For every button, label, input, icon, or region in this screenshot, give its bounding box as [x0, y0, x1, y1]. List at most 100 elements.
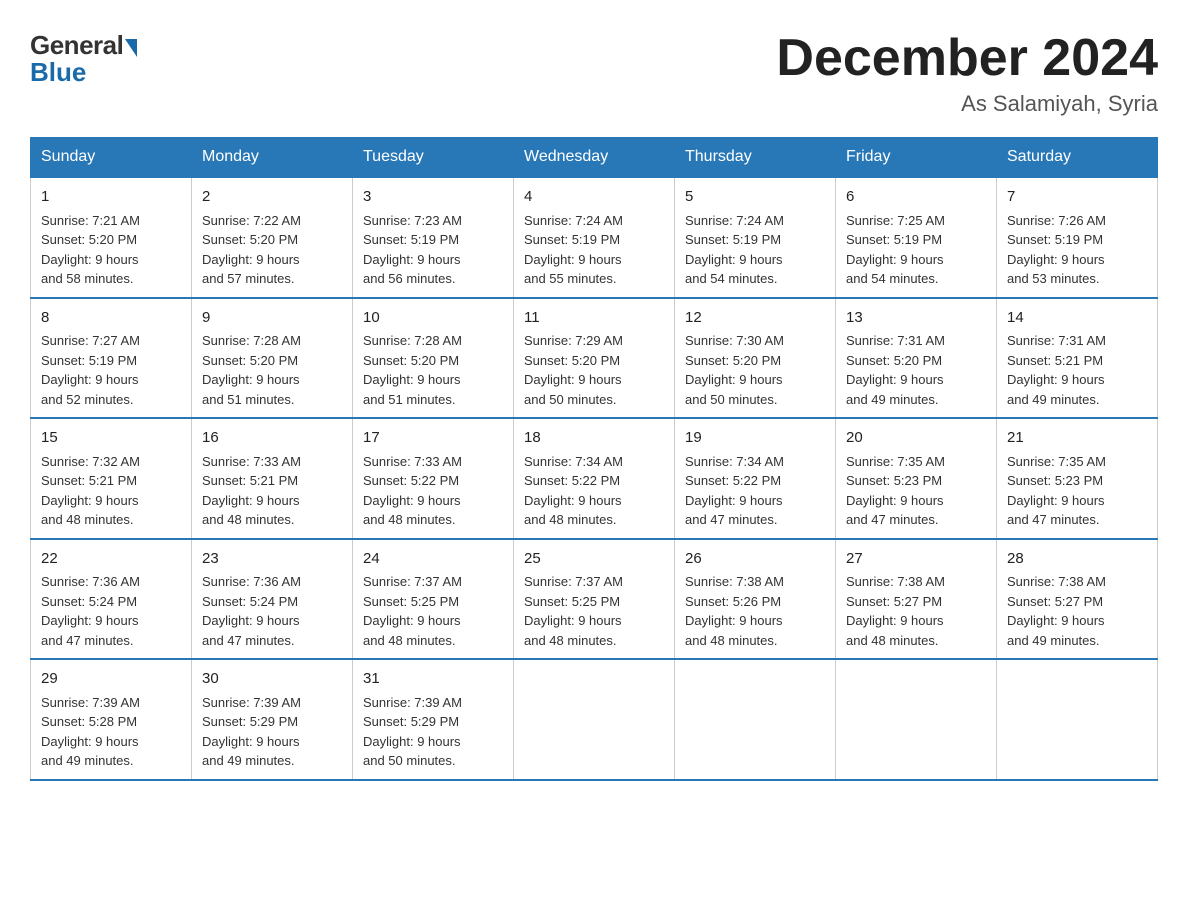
day-number: 4 [524, 186, 664, 209]
calendar-week-row: 29Sunrise: 7:39 AMSunset: 5:28 PMDayligh… [31, 659, 1158, 780]
day-number: 21 [1007, 427, 1147, 450]
day-number: 17 [363, 427, 503, 450]
calendar-cell: 8Sunrise: 7:27 AMSunset: 5:19 PMDaylight… [31, 298, 192, 419]
day-number: 29 [41, 668, 181, 691]
cell-content: 10Sunrise: 7:28 AMSunset: 5:20 PMDayligh… [363, 307, 503, 410]
calendar-cell: 13Sunrise: 7:31 AMSunset: 5:20 PMDayligh… [836, 298, 997, 419]
calendar-cell: 3Sunrise: 7:23 AMSunset: 5:19 PMDaylight… [353, 177, 514, 298]
day-number: 19 [685, 427, 825, 450]
cell-content: 30Sunrise: 7:39 AMSunset: 5:29 PMDayligh… [202, 668, 342, 771]
calendar-cell: 22Sunrise: 7:36 AMSunset: 5:24 PMDayligh… [31, 539, 192, 660]
calendar-cell: 5Sunrise: 7:24 AMSunset: 5:19 PMDaylight… [675, 177, 836, 298]
cell-content: 14Sunrise: 7:31 AMSunset: 5:21 PMDayligh… [1007, 307, 1147, 410]
calendar-cell: 29Sunrise: 7:39 AMSunset: 5:28 PMDayligh… [31, 659, 192, 780]
cell-content: 15Sunrise: 7:32 AMSunset: 5:21 PMDayligh… [41, 427, 181, 530]
day-number: 31 [363, 668, 503, 691]
day-header-tuesday: Tuesday [353, 138, 514, 178]
cell-content: 3Sunrise: 7:23 AMSunset: 5:19 PMDaylight… [363, 186, 503, 289]
calendar-cell: 11Sunrise: 7:29 AMSunset: 5:20 PMDayligh… [514, 298, 675, 419]
day-number: 25 [524, 548, 664, 571]
page-header: General Blue December 2024 As Salamiyah,… [30, 30, 1158, 117]
calendar-cell: 2Sunrise: 7:22 AMSunset: 5:20 PMDaylight… [192, 177, 353, 298]
day-number: 15 [41, 427, 181, 450]
calendar-cell: 25Sunrise: 7:37 AMSunset: 5:25 PMDayligh… [514, 539, 675, 660]
day-number: 6 [846, 186, 986, 209]
title-section: December 2024 As Salamiyah, Syria [776, 30, 1158, 117]
cell-content: 28Sunrise: 7:38 AMSunset: 5:27 PMDayligh… [1007, 548, 1147, 651]
calendar-week-row: 15Sunrise: 7:32 AMSunset: 5:21 PMDayligh… [31, 418, 1158, 539]
calendar-cell [997, 659, 1158, 780]
calendar-cell: 20Sunrise: 7:35 AMSunset: 5:23 PMDayligh… [836, 418, 997, 539]
calendar-cell: 31Sunrise: 7:39 AMSunset: 5:29 PMDayligh… [353, 659, 514, 780]
cell-content: 20Sunrise: 7:35 AMSunset: 5:23 PMDayligh… [846, 427, 986, 530]
calendar-cell: 24Sunrise: 7:37 AMSunset: 5:25 PMDayligh… [353, 539, 514, 660]
cell-content: 18Sunrise: 7:34 AMSunset: 5:22 PMDayligh… [524, 427, 664, 530]
cell-content: 21Sunrise: 7:35 AMSunset: 5:23 PMDayligh… [1007, 427, 1147, 530]
day-number: 16 [202, 427, 342, 450]
cell-content: 2Sunrise: 7:22 AMSunset: 5:20 PMDaylight… [202, 186, 342, 289]
day-header-saturday: Saturday [997, 138, 1158, 178]
cell-content: 29Sunrise: 7:39 AMSunset: 5:28 PMDayligh… [41, 668, 181, 771]
calendar-cell: 27Sunrise: 7:38 AMSunset: 5:27 PMDayligh… [836, 539, 997, 660]
calendar-cell: 16Sunrise: 7:33 AMSunset: 5:21 PMDayligh… [192, 418, 353, 539]
calendar-cell: 1Sunrise: 7:21 AMSunset: 5:20 PMDaylight… [31, 177, 192, 298]
day-number: 8 [41, 307, 181, 330]
calendar-cell: 4Sunrise: 7:24 AMSunset: 5:19 PMDaylight… [514, 177, 675, 298]
day-number: 3 [363, 186, 503, 209]
cell-content: 23Sunrise: 7:36 AMSunset: 5:24 PMDayligh… [202, 548, 342, 651]
calendar-cell: 15Sunrise: 7:32 AMSunset: 5:21 PMDayligh… [31, 418, 192, 539]
day-number: 1 [41, 186, 181, 209]
cell-content: 6Sunrise: 7:25 AMSunset: 5:19 PMDaylight… [846, 186, 986, 289]
day-number: 13 [846, 307, 986, 330]
day-number: 14 [1007, 307, 1147, 330]
calendar-cell: 10Sunrise: 7:28 AMSunset: 5:20 PMDayligh… [353, 298, 514, 419]
day-number: 20 [846, 427, 986, 450]
calendar-cell: 18Sunrise: 7:34 AMSunset: 5:22 PMDayligh… [514, 418, 675, 539]
cell-content: 26Sunrise: 7:38 AMSunset: 5:26 PMDayligh… [685, 548, 825, 651]
cell-content: 13Sunrise: 7:31 AMSunset: 5:20 PMDayligh… [846, 307, 986, 410]
cell-content: 31Sunrise: 7:39 AMSunset: 5:29 PMDayligh… [363, 668, 503, 771]
calendar-cell: 17Sunrise: 7:33 AMSunset: 5:22 PMDayligh… [353, 418, 514, 539]
calendar-cell: 12Sunrise: 7:30 AMSunset: 5:20 PMDayligh… [675, 298, 836, 419]
day-number: 18 [524, 427, 664, 450]
cell-content: 12Sunrise: 7:30 AMSunset: 5:20 PMDayligh… [685, 307, 825, 410]
logo-blue-text: Blue [30, 57, 86, 88]
calendar-table: SundayMondayTuesdayWednesdayThursdayFrid… [30, 137, 1158, 781]
day-header-sunday: Sunday [31, 138, 192, 178]
cell-content: 17Sunrise: 7:33 AMSunset: 5:22 PMDayligh… [363, 427, 503, 530]
cell-content: 5Sunrise: 7:24 AMSunset: 5:19 PMDaylight… [685, 186, 825, 289]
logo: General Blue [30, 30, 137, 88]
day-number: 10 [363, 307, 503, 330]
cell-content: 1Sunrise: 7:21 AMSunset: 5:20 PMDaylight… [41, 186, 181, 289]
calendar-cell: 6Sunrise: 7:25 AMSunset: 5:19 PMDaylight… [836, 177, 997, 298]
cell-content: 19Sunrise: 7:34 AMSunset: 5:22 PMDayligh… [685, 427, 825, 530]
day-number: 7 [1007, 186, 1147, 209]
calendar-cell [514, 659, 675, 780]
calendar-cell: 21Sunrise: 7:35 AMSunset: 5:23 PMDayligh… [997, 418, 1158, 539]
calendar-cell: 28Sunrise: 7:38 AMSunset: 5:27 PMDayligh… [997, 539, 1158, 660]
calendar-header-row: SundayMondayTuesdayWednesdayThursdayFrid… [31, 138, 1158, 178]
cell-content: 24Sunrise: 7:37 AMSunset: 5:25 PMDayligh… [363, 548, 503, 651]
cell-content: 7Sunrise: 7:26 AMSunset: 5:19 PMDaylight… [1007, 186, 1147, 289]
day-number: 26 [685, 548, 825, 571]
day-number: 30 [202, 668, 342, 691]
cell-content: 25Sunrise: 7:37 AMSunset: 5:25 PMDayligh… [524, 548, 664, 651]
calendar-cell: 14Sunrise: 7:31 AMSunset: 5:21 PMDayligh… [997, 298, 1158, 419]
logo-arrow-icon [125, 39, 137, 57]
day-number: 22 [41, 548, 181, 571]
cell-content: 22Sunrise: 7:36 AMSunset: 5:24 PMDayligh… [41, 548, 181, 651]
calendar-cell: 7Sunrise: 7:26 AMSunset: 5:19 PMDaylight… [997, 177, 1158, 298]
day-header-monday: Monday [192, 138, 353, 178]
day-number: 12 [685, 307, 825, 330]
calendar-cell [675, 659, 836, 780]
calendar-cell: 23Sunrise: 7:36 AMSunset: 5:24 PMDayligh… [192, 539, 353, 660]
calendar-week-row: 8Sunrise: 7:27 AMSunset: 5:19 PMDaylight… [31, 298, 1158, 419]
day-header-wednesday: Wednesday [514, 138, 675, 178]
cell-content: 8Sunrise: 7:27 AMSunset: 5:19 PMDaylight… [41, 307, 181, 410]
calendar-cell: 9Sunrise: 7:28 AMSunset: 5:20 PMDaylight… [192, 298, 353, 419]
calendar-week-row: 22Sunrise: 7:36 AMSunset: 5:24 PMDayligh… [31, 539, 1158, 660]
calendar-week-row: 1Sunrise: 7:21 AMSunset: 5:20 PMDaylight… [31, 177, 1158, 298]
day-header-friday: Friday [836, 138, 997, 178]
cell-content: 27Sunrise: 7:38 AMSunset: 5:27 PMDayligh… [846, 548, 986, 651]
calendar-cell: 30Sunrise: 7:39 AMSunset: 5:29 PMDayligh… [192, 659, 353, 780]
